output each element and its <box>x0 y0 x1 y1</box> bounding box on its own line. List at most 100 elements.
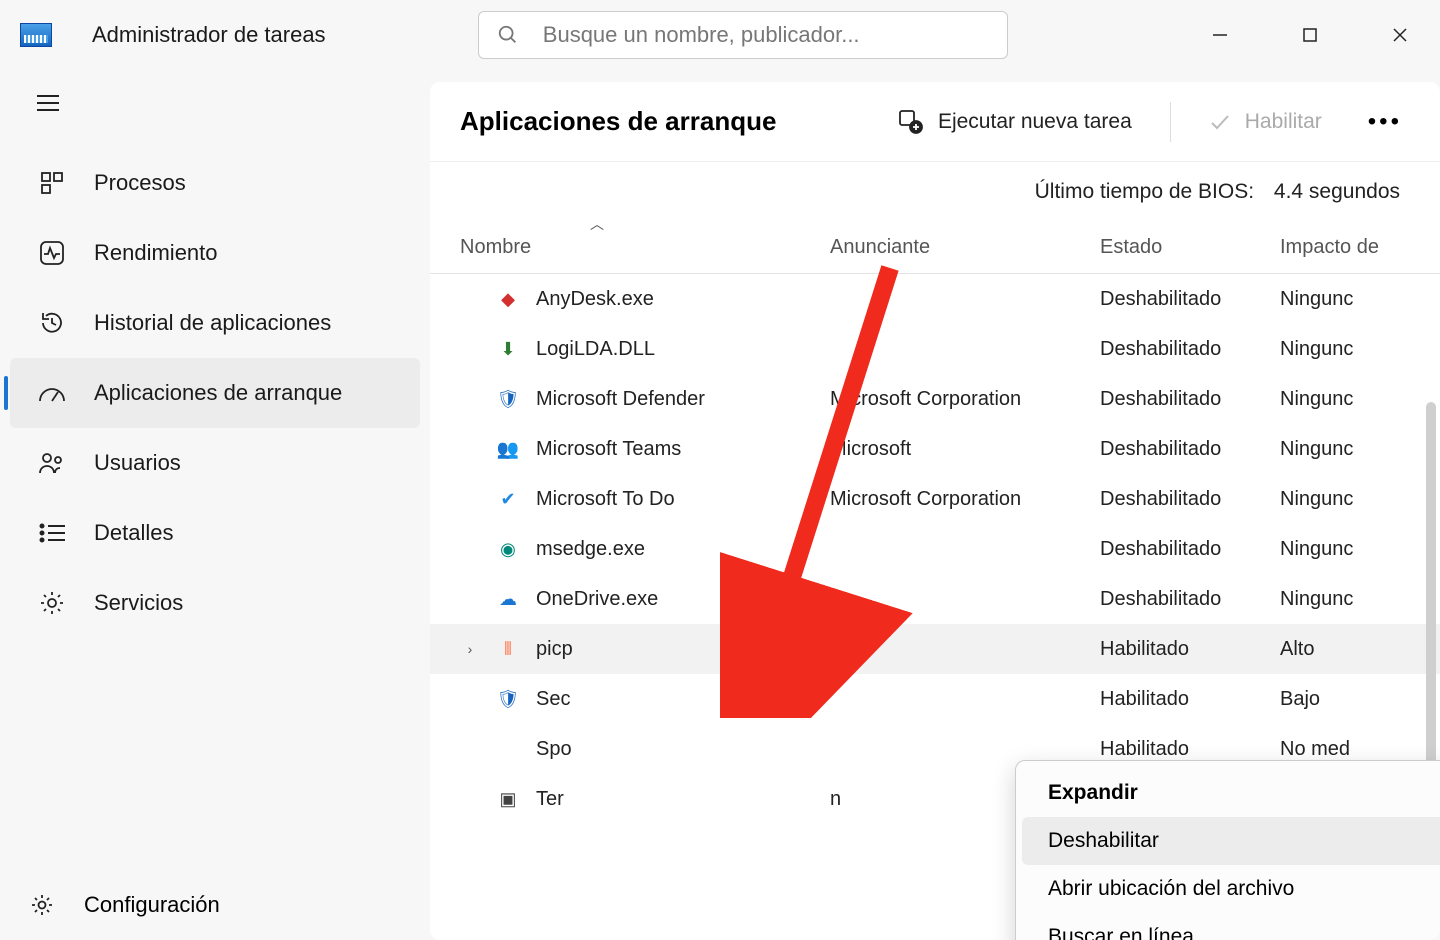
more-button[interactable]: ••• <box>1360 108 1410 136</box>
check-icon <box>1209 111 1231 133</box>
sidebar-item-label: Detalles <box>94 520 173 546</box>
enable-button[interactable]: Habilitar <box>1201 104 1330 140</box>
minimize-button[interactable] <box>1200 15 1240 55</box>
app-row-icon: ◆ <box>496 287 520 311</box>
sidebar: Procesos Rendimiento Historial de aplica… <box>0 70 430 940</box>
sidebar-item-label: Procesos <box>94 170 186 196</box>
row-name: Ter <box>536 788 564 811</box>
toolbar-divider <box>1170 102 1171 142</box>
row-name: Sec <box>536 688 570 711</box>
main-panel: Aplicaciones de arranque Ejecutar nueva … <box>430 82 1440 940</box>
sidebar-item-rendimiento[interactable]: Rendimiento <box>10 218 420 288</box>
app-row-icon: ⬇ <box>496 337 520 361</box>
app-icon <box>20 23 52 47</box>
search-box[interactable]: Busque un nombre, publicador... <box>478 11 1008 59</box>
context-menu-item[interactable]: Buscar en línea <box>1022 913 1440 940</box>
bios-label: Último tiempo de BIOS: <box>1035 180 1254 203</box>
row-status: Deshabilitado <box>1100 488 1280 511</box>
column-publisher[interactable]: Anunciante <box>830 236 1100 259</box>
context-menu-item[interactable]: Expandir <box>1022 769 1440 817</box>
row-impact: Ningunc <box>1280 438 1440 461</box>
users-icon <box>38 449 66 477</box>
table-row[interactable]: ⬇LogiLDA.DLLDeshabilitadoNingunc <box>430 324 1440 374</box>
table-row[interactable]: 🛡SecHabilitadoBajo <box>430 674 1440 724</box>
table-row[interactable]: ✔ Microsoft To Do Microsoft CorporationDes… <box>430 474 1440 524</box>
row-status: Deshabilitado <box>1100 438 1280 461</box>
app-row-icon: ☁ <box>496 587 520 611</box>
row-status: Deshabilitado <box>1100 288 1280 311</box>
sidebar-item-label: Usuarios <box>94 450 181 476</box>
row-impact: Ningunc <box>1280 338 1440 361</box>
app-row-icon <box>496 737 520 761</box>
row-name: AnyDesk.exe <box>536 288 654 311</box>
expander-icon[interactable]: › <box>460 641 480 657</box>
row-publisher: Microsoft <box>830 438 1100 461</box>
settings-icon <box>28 891 56 919</box>
app-row-icon: ✔ <box>496 487 520 511</box>
sidebar-settings[interactable]: Configuración <box>0 870 430 940</box>
sidebar-item-procesos[interactable]: Procesos <box>10 148 420 218</box>
row-status: Habilitado <box>1100 638 1280 661</box>
list-icon <box>38 519 66 547</box>
page-title: Aplicaciones de arranque <box>460 106 776 137</box>
row-name: Microsoft To Do <box>536 488 675 511</box>
row-name: picp <box>536 638 573 661</box>
settings-label: Configuración <box>84 892 220 918</box>
startup-table: ︿ Nombre Anunciante Estado Impacto de ◆ A… <box>430 214 1440 824</box>
row-status: Deshabilitado <box>1100 588 1280 611</box>
gear-icon <box>38 589 66 617</box>
pulse-icon <box>38 239 66 267</box>
row-name: Spo <box>536 738 572 761</box>
row-impact: Ningunc <box>1280 288 1440 311</box>
table-row[interactable]: ◆ AnyDesk.exe DeshabilitadoNingunc <box>430 274 1440 324</box>
table-row[interactable]: ◉msedge.exeDeshabilitadoNingunc <box>430 524 1440 574</box>
run-new-task-button[interactable]: Ejecutar nueva tarea <box>890 103 1140 141</box>
sidebar-item-usuarios[interactable]: Usuarios <box>10 428 420 498</box>
app-row-icon: ⦀ <box>496 637 520 661</box>
maximize-button[interactable] <box>1290 15 1330 55</box>
run-task-label: Ejecutar nueva tarea <box>938 110 1132 134</box>
sidebar-item-detalles[interactable]: Detalles <box>10 498 420 568</box>
app-title: Administrador de tareas <box>92 22 326 48</box>
sidebar-item-label: Rendimiento <box>94 240 218 266</box>
history-icon <box>38 309 66 337</box>
enable-label: Habilitar <box>1245 110 1322 134</box>
sidebar-item-servicios[interactable]: Servicios <box>10 568 420 638</box>
column-impact[interactable]: Impacto de <box>1280 236 1440 259</box>
run-task-icon <box>898 109 924 135</box>
sidebar-item-label: Servicios <box>94 590 183 616</box>
bios-time: Último tiempo de BIOS: 4.4 segundos <box>430 162 1440 214</box>
row-impact: No med <box>1280 738 1440 761</box>
row-name: OneDrive.exe <box>536 588 658 611</box>
row-publisher: Microsoft Corporation <box>830 488 1100 511</box>
app-row-icon: 🛡 <box>496 687 520 711</box>
close-button[interactable] <box>1380 15 1420 55</box>
app-row-icon: ▣ <box>496 787 520 811</box>
app-row-icon: 👥 <box>496 437 520 461</box>
gauge-icon <box>38 379 66 407</box>
sidebar-item-arranque[interactable]: Aplicaciones de arranque <box>10 358 420 428</box>
table-row[interactable]: ☁ OneDrive.exe DeshabilitadoNingunc <box>430 574 1440 624</box>
app-row-icon: ◉ <box>496 537 520 561</box>
context-menu-item[interactable]: Deshabilitar <box>1022 817 1440 865</box>
table-row[interactable]: › ⦀ picp HabilitadoAlto <box>430 624 1440 674</box>
grid-icon <box>38 169 66 197</box>
row-impact: Ningunc <box>1280 388 1440 411</box>
main-header: Aplicaciones de arranque Ejecutar nueva … <box>430 82 1440 162</box>
table-row[interactable]: 🛡Microsoft DefenderMicrosoft Corporation… <box>430 374 1440 424</box>
window-controls <box>1200 15 1420 55</box>
row-impact: Alto <box>1280 638 1440 661</box>
table-row[interactable]: 👥 Microsoft Teams MicrosoftDeshabilitadoNi… <box>430 424 1440 474</box>
row-status: Habilitado <box>1100 738 1280 761</box>
column-status[interactable]: Estado <box>1100 236 1280 259</box>
row-name: msedge.exe <box>536 538 645 561</box>
column-name[interactable]: ︿ Nombre <box>460 214 830 259</box>
row-name: Microsoft Teams <box>536 438 681 461</box>
row-impact: Ningunc <box>1280 588 1440 611</box>
sort-indicator-icon: ︿ <box>590 214 604 234</box>
sidebar-item-historial[interactable]: Historial de aplicaciones <box>10 288 420 358</box>
context-menu-item[interactable]: Abrir ubicación del archivo <box>1022 865 1440 913</box>
row-status: Deshabilitado <box>1100 538 1280 561</box>
sidebar-item-label: Aplicaciones de arranque <box>94 380 342 406</box>
hamburger-button[interactable] <box>18 78 78 128</box>
